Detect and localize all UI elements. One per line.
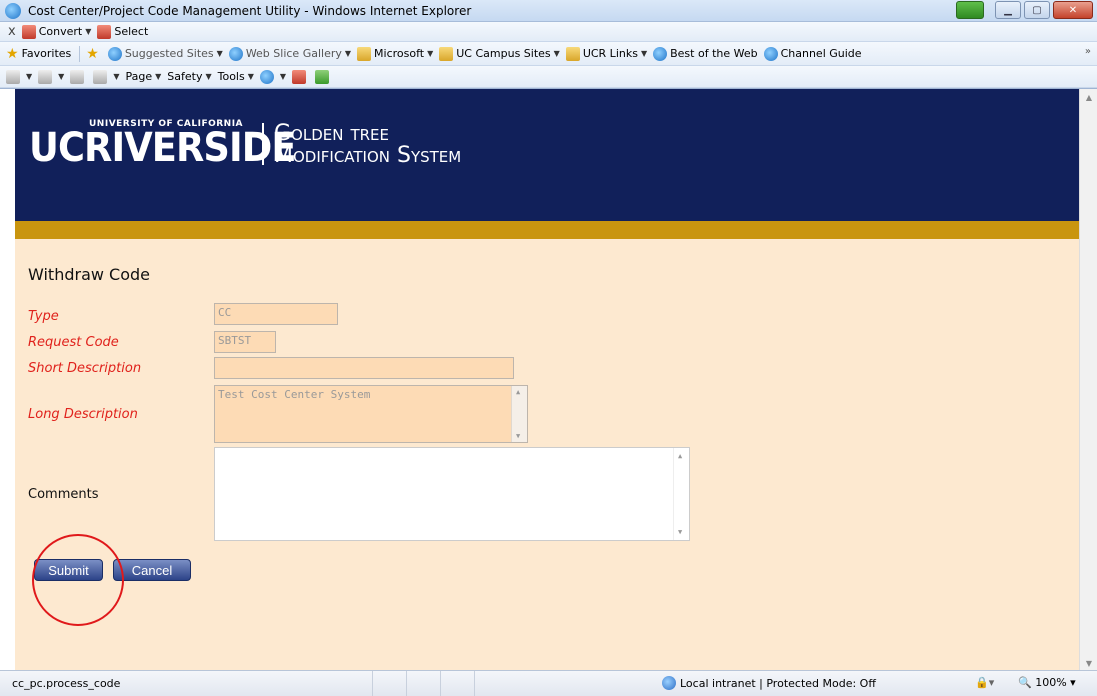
favorites-bar: ★ Favorites ★ Suggested Sites ▼ Web Slice… [0, 42, 1097, 66]
window-title: Cost Center/Project Code Management Util… [28, 3, 472, 18]
zoom-control[interactable]: 🔍 100% ▾ [1018, 676, 1076, 689]
printer-icon [93, 69, 108, 84]
long-description-label: Long Description [28, 407, 138, 422]
security-zone[interactable]: Local intranet | Protected Mode: Off [662, 676, 876, 690]
fav-link-best-of-the-web[interactable]: Best of the Web [653, 46, 758, 61]
folder-icon [357, 46, 372, 61]
home-icon [6, 69, 20, 84]
protected-mode-icon[interactable]: 🔒▾ [975, 676, 994, 689]
close-button[interactable]: ✕ [1053, 1, 1093, 19]
status-bar: cc_pc.process_code Local intranet | Prot… [0, 670, 1097, 696]
compatibility-icon[interactable] [956, 1, 984, 19]
scroll-down-arrow[interactable]: ▼ [1080, 655, 1097, 671]
ie-page-icon [228, 46, 243, 61]
ie-page-icon [653, 46, 668, 61]
type-field[interactable]: CC [214, 303, 338, 325]
favorites-button[interactable]: ★ Favorites [6, 47, 71, 61]
more-chevron-icon[interactable]: » [1085, 46, 1091, 57]
addon-toolbar: x Convert ▼ Select [0, 22, 1097, 42]
safety-menu[interactable]: Safety ▼ [167, 70, 211, 83]
select-button[interactable]: Select [97, 24, 149, 39]
page-title: Withdraw Code [28, 265, 150, 284]
print-button[interactable]: ▼ [93, 69, 119, 84]
convert-icon [21, 24, 36, 39]
header-banner: UNIVERSITY OF CALIFORNIA UCRIVERSIDE Gol… [15, 89, 1079, 221]
help-icon [259, 69, 274, 84]
folder-icon [565, 46, 580, 61]
blog-icon [315, 69, 330, 84]
comments-field[interactable]: ▲ ▼ [214, 447, 690, 541]
onenote-button[interactable] [292, 69, 309, 84]
browser-viewport: UNIVERSITY OF CALIFORNIA UCRIVERSIDE Gol… [0, 88, 1097, 671]
fav-link-web-slice-gallery[interactable]: Web Slice Gallery ▼ [228, 46, 351, 61]
convert-button[interactable]: Convert ▼ [21, 24, 92, 39]
type-label: Type [28, 309, 59, 324]
fav-folder-ucr-links[interactable]: UCR Links ▼ [565, 46, 647, 61]
fav-link-channel-guide[interactable]: Channel Guide [763, 46, 862, 61]
star-icon: ★ [6, 45, 19, 62]
request-code-label: Request Code [28, 335, 119, 350]
scroll-up-arrow[interactable]: ▲ [1080, 89, 1097, 105]
feeds-button[interactable]: ▼ [38, 69, 64, 84]
long-description-field[interactable]: Test Cost Center System ▲ ▼ [214, 385, 528, 443]
command-bar: ▼ ▼ ▼ Page ▼ Safety ▼ Tools ▼ ▼ [0, 66, 1097, 88]
select-icon [97, 24, 112, 39]
gold-divider [15, 221, 1079, 239]
fav-folder-microsoft[interactable]: Microsoft ▼ [357, 46, 433, 61]
ucr-logo: UCRIVERSIDE [29, 125, 297, 171]
blog-button[interactable] [315, 69, 332, 84]
textarea-scrollbar[interactable]: ▲ ▼ [673, 448, 689, 540]
folder-icon [439, 46, 454, 61]
highlight-circle [32, 534, 124, 626]
textarea-scrollbar[interactable]: ▲ ▼ [511, 386, 527, 442]
favorites-label: Favorites [21, 47, 72, 60]
help-button[interactable]: ▼ [259, 69, 286, 84]
ie-page-icon [107, 46, 122, 61]
add-favorite-icon[interactable]: ★ [86, 47, 102, 61]
maximize-button[interactable]: ▢ [1024, 1, 1050, 19]
chevron-down-icon: ▼ [85, 27, 92, 36]
window-title-bar: Cost Center/Project Code Management Util… [0, 0, 1097, 22]
ie-logo-icon [5, 2, 21, 19]
request-code-field[interactable]: SBTST [214, 331, 276, 353]
fav-link-suggested-sites[interactable]: Suggested Sites ▼ [107, 46, 223, 61]
short-description-field[interactable] [214, 357, 514, 379]
mail-button[interactable] [70, 69, 87, 84]
convert-label: Convert [38, 25, 83, 38]
ie-page-icon [763, 46, 778, 61]
minimize-button[interactable]: ▁ [995, 1, 1021, 19]
cancel-button[interactable]: Cancel [113, 559, 191, 581]
page-scrollbar[interactable]: ▲ ▼ [1079, 89, 1097, 671]
close-toolbar-icon[interactable]: x [8, 24, 16, 39]
rss-icon [38, 69, 53, 84]
system-title: Golden tree Modification System [274, 121, 462, 168]
long-description-text: Test Cost Center System [218, 388, 371, 401]
select-label: Select [114, 25, 149, 38]
comments-label: Comments [28, 487, 99, 502]
status-text: cc_pc.process_code [12, 677, 121, 690]
mail-icon [70, 69, 85, 84]
onenote-icon [292, 69, 307, 84]
short-description-label: Short Description [28, 361, 142, 376]
page-content: UNIVERSITY OF CALIFORNIA UCRIVERSIDE Gol… [15, 89, 1079, 671]
fav-folder-uc-campus-sites[interactable]: UC Campus Sites ▼ [439, 46, 560, 61]
intranet-globe-icon [662, 676, 676, 690]
page-menu[interactable]: Page ▼ [125, 70, 161, 83]
tools-menu[interactable]: Tools ▼ [218, 70, 254, 83]
home-button[interactable]: ▼ [6, 69, 32, 84]
